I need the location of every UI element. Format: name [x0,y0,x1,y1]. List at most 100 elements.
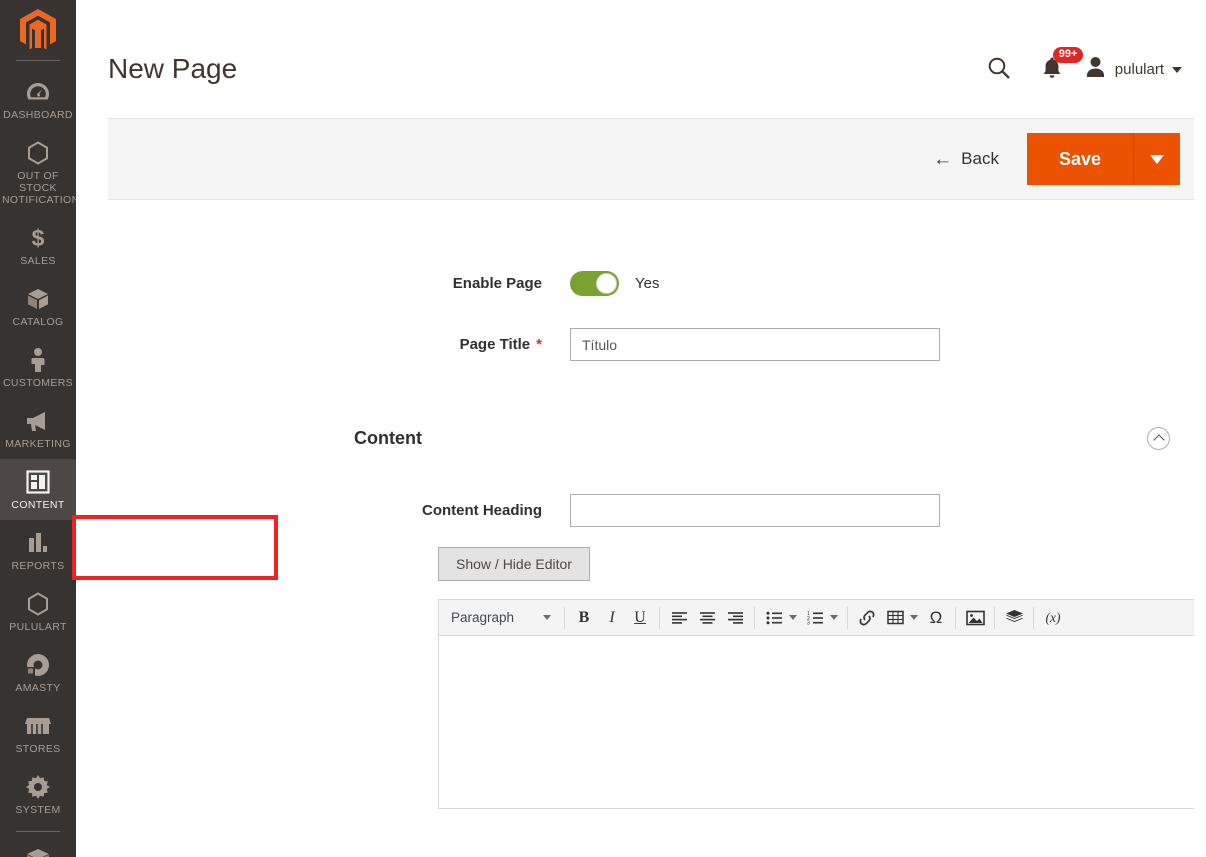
chevron-down-icon [1172,66,1182,73]
page-header: New Page 99+ pululart [76,0,1206,118]
sidebar-divider-top [16,60,60,61]
bullet-list-options-button[interactable] [789,615,797,620]
search-button[interactable] [987,56,1011,83]
align-center-button[interactable] [693,603,721,633]
sidebar-item-sales[interactable]: $ SALES [0,215,76,276]
content-section-title: Content [354,428,422,448]
editor-toolbar: Paragraph B I U 1 2 3 Ω (x) [439,600,1206,636]
numbered-list-button[interactable]: 123 [801,603,829,633]
layout-icon [2,469,74,495]
sidebar-item-label: MARKETING [5,438,71,450]
page-title-input[interactable] [570,328,940,361]
sidebar-item-out-of-stock-notification[interactable]: OUT OF STOCK NOTIFICATION [0,130,76,215]
numbered-list-icon: 123 [807,611,823,625]
save-options-button[interactable] [1134,133,1180,185]
sidebar-item-label: STORES [15,743,61,755]
magento-logo-icon [20,9,56,50]
wysiwyg-editor: Paragraph B I U 1 2 3 Ω (x) [438,599,1206,809]
toolbar-divider [847,606,848,629]
bold-button[interactable]: B [570,603,598,633]
align-right-button[interactable] [721,603,749,633]
sidebar-item-amasty[interactable]: AMASTY [0,642,76,703]
sidebar-item-label: PULULART [9,621,67,633]
sidebar-item-label: AMASTY [15,682,61,694]
table-options-button[interactable] [910,615,918,620]
table-icon [886,610,904,625]
dollar-icon: $ [2,225,74,251]
admin-sidebar: DASHBOARD OUT OF STOCK NOTIFICATION $ SA… [0,0,76,857]
sidebar-item-label: REPORTS [11,560,65,572]
box-icon [2,286,74,312]
insert-variable-button[interactable]: (x) [1039,603,1067,633]
format-select[interactable]: Paragraph [441,603,559,633]
svg-text:$: $ [32,225,45,251]
magento-logo[interactable] [0,0,76,60]
editor-content-area[interactable] [439,636,1206,808]
sidebar-item-content[interactable]: CONTENT [0,459,76,520]
image-icon [965,610,985,625]
bar-chart-icon [2,530,74,556]
content-heading-input[interactable] [570,494,940,527]
svg-text:3: 3 [807,620,810,624]
enable-page-label: Enable Page [452,274,542,292]
magento-admin-page: DASHBOARD OUT OF STOCK NOTIFICATION $ SA… [0,0,1206,857]
align-right-icon [727,611,743,624]
sidebar-item-catalog[interactable]: CATALOG [0,276,76,337]
sidebar-item-customers[interactable]: CUSTOMERS [0,337,76,398]
enable-page-toggle[interactable] [570,270,619,296]
bullet-list-button[interactable] [760,603,788,633]
scrollbar-gutter[interactable] [1194,0,1206,857]
sidebar-item-label: CATALOG [12,316,64,328]
save-button[interactable]: Save [1026,133,1134,185]
sidebar-divider-bottom [16,831,60,832]
sidebar-item-label: OUT OF STOCK NOTIFICATION [2,170,76,206]
hexagon-icon [2,140,74,166]
sidebar-item-stores[interactable]: STORES [0,703,76,764]
sidebar-item-label: SYSTEM [15,804,61,816]
wysiwyg-editor-block: Show / Hide Editor Paragraph B I U 1 2 3… [72,515,1206,809]
content-section-header[interactable]: Content [108,427,1194,450]
sidebar-item-dashboard[interactable]: DASHBOARD [0,69,76,130]
page-title-label: Page Title * [459,336,542,353]
italic-button[interactable]: I [598,603,626,633]
megaphone-icon [2,408,74,434]
numbered-list-options-button[interactable] [830,615,838,620]
content-section: Content Content Heading Show / Hide Edit… [72,427,1206,809]
sidebar-item-pululart[interactable]: PULULART [0,581,76,642]
format-select-label: Paragraph [451,610,515,625]
arrow-left-icon: ← [933,148,953,170]
notifications-button[interactable]: 99+ [1041,47,1084,83]
insert-table-button[interactable] [881,603,909,633]
sidebar-item-marketing[interactable]: MARKETING [0,398,76,459]
insert-link-button[interactable] [853,603,881,633]
user-avatar-icon [1085,56,1106,83]
save-button-group: Save [1026,133,1180,185]
insert-image-button[interactable] [961,603,989,633]
toolbar-divider [659,606,660,629]
chevron-up-icon[interactable] [1147,427,1170,450]
show-hide-editor-button[interactable]: Show / Hide Editor [438,547,590,581]
align-left-button[interactable] [665,603,693,633]
sidebar-item-find-partners[interactable]: FIND PARTNERS [0,836,76,857]
content-heading-label: Content Heading [422,502,542,519]
back-button-label: Back [961,149,999,168]
sidebar-item-label: CUSTOMERS [2,377,74,389]
partners-icon [2,846,74,857]
special-character-button[interactable]: Ω [922,603,950,633]
toggle-knob [596,272,617,294]
toolbar-divider [1033,606,1034,629]
sidebar-item-label: DASHBOARD [3,109,73,121]
sidebar-item-reports[interactable]: REPORTS [0,520,76,581]
main-content: New Page 99+ pululart ← Back Save Enable… [72,0,1206,857]
user-menu[interactable]: pululart [1085,56,1182,83]
underline-button[interactable]: U [626,603,654,633]
align-center-icon [699,611,715,624]
sidebar-item-system[interactable]: SYSTEM [0,764,76,825]
insert-widget-button[interactable] [1000,603,1028,633]
toolbar-divider [564,606,565,629]
back-button[interactable]: ← Back [931,145,1001,173]
align-left-icon [671,611,687,624]
toolbar-divider [955,606,956,629]
show-hide-editor-wrap: Show / Hide Editor [72,515,1194,581]
page-actions-bar: ← Back Save [108,118,1194,200]
